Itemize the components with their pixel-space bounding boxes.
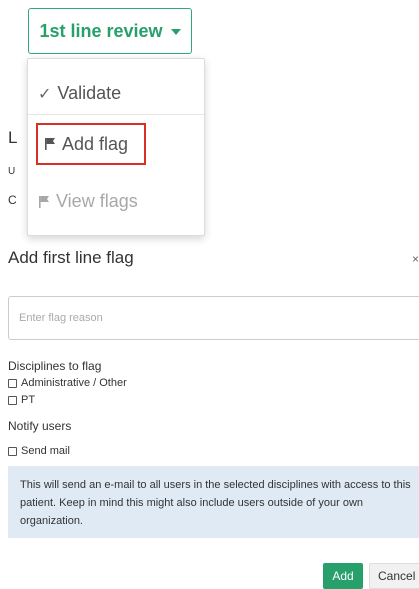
discipline-checkbox-pt[interactable]: PT <box>8 394 35 406</box>
menu-item-validate[interactable]: ✓ Validate <box>38 83 121 104</box>
discipline-label: Administrative / Other <box>21 377 127 389</box>
check-icon: ✓ <box>38 85 52 103</box>
background-fragment: L <box>8 128 18 147</box>
send-mail-label: Send mail <box>21 445 70 457</box>
checkbox[interactable] <box>8 395 17 405</box>
menu-item-add-flag[interactable]: Add flag <box>36 123 146 165</box>
discipline-checkbox-administrative[interactable]: Administrative / Other <box>8 377 127 389</box>
flag-icon <box>39 195 49 208</box>
menu-item-view-flags[interactable]: View flags <box>38 191 138 212</box>
review-dropdown-menu: ✓ Validate Add flag View flags <box>27 58 205 236</box>
menu-item-label: Add flag <box>62 133 129 154</box>
info-message: This will send an e-mail to all users in… <box>8 466 419 538</box>
menu-item-label: View flags <box>56 191 138 211</box>
add-button[interactable]: Add <box>323 563 363 589</box>
menu-divider <box>28 114 204 115</box>
background-fragment: U <box>8 166 16 177</box>
background-fragment: C <box>8 193 17 207</box>
close-icon[interactable]: × <box>412 252 419 266</box>
flag-icon <box>45 138 55 150</box>
cancel-button[interactable]: Cancel <box>369 563 419 589</box>
caret-down-icon <box>170 29 181 35</box>
checkbox[interactable] <box>8 378 17 388</box>
send-mail-checkbox[interactable]: Send mail <box>8 445 70 457</box>
review-dropdown-label: 1st line review <box>39 20 163 41</box>
discipline-label: PT <box>21 394 36 406</box>
menu-item-label: Validate <box>57 83 122 103</box>
section-title: Add first line flag <box>8 248 134 267</box>
flag-reason-input[interactable] <box>8 296 419 340</box>
review-dropdown-button[interactable]: 1st line review <box>28 8 192 54</box>
disciplines-label: Disciplines to flag <box>8 359 102 373</box>
notify-users-label: Notify users <box>8 419 72 433</box>
checkbox[interactable] <box>8 446 17 456</box>
